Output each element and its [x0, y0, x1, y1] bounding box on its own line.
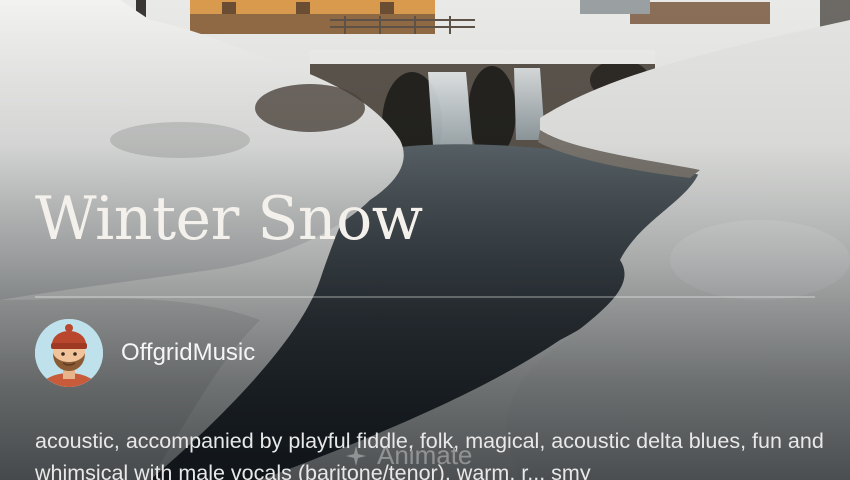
style-tags: acoustic, accompanied by playful fiddle,…	[35, 429, 824, 480]
bearded-man-avatar-icon	[35, 319, 103, 387]
title-divider	[35, 296, 815, 298]
song-title: Winter Snow	[35, 184, 423, 254]
creator-name[interactable]: OffgridMusic	[121, 339, 255, 367]
creator-avatar[interactable]	[35, 319, 103, 387]
creator-row[interactable]: OffgridMusic	[35, 318, 255, 388]
song-detail-view: Winter Snow OffgridMusic Animate acousti…	[0, 0, 850, 480]
